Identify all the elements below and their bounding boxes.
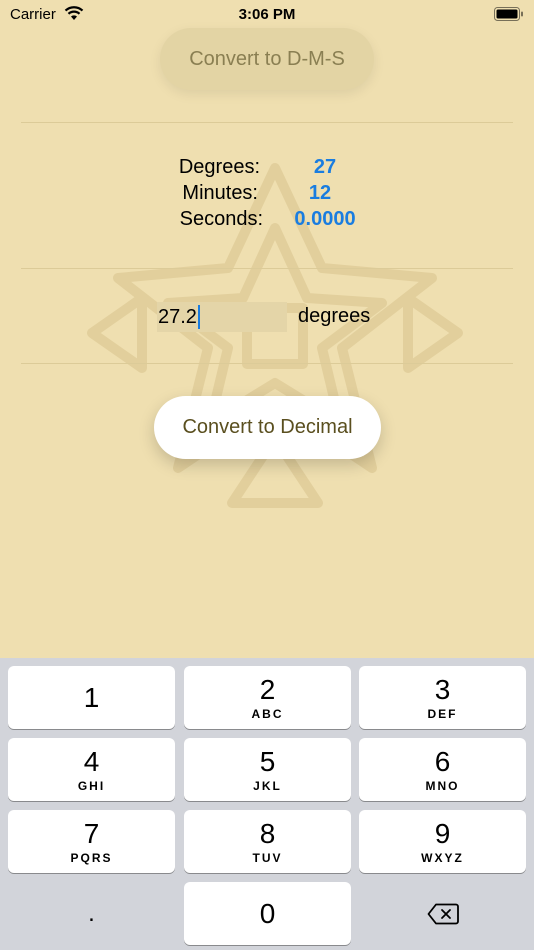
key-letters: JKL xyxy=(253,778,282,793)
convert-to-dms-button[interactable]: Convert to D-M-S xyxy=(160,28,374,90)
key-digit: 9 xyxy=(434,817,451,849)
key-9[interactable]: 9 WXYZ xyxy=(359,810,526,873)
key-digit: 4 xyxy=(83,745,100,777)
key-letters: ABC xyxy=(251,706,284,721)
seconds-label: Seconds: xyxy=(179,208,263,230)
key-decimal-point[interactable]: . xyxy=(8,882,175,945)
key-0[interactable]: 0 xyxy=(184,882,351,945)
battery-icon xyxy=(494,7,523,21)
key-digit: 8 xyxy=(259,817,276,849)
key-letters: MNO xyxy=(425,778,460,793)
status-time: 3:06 PM xyxy=(238,6,296,23)
degrees-value: 27 xyxy=(313,156,337,178)
minutes-value: 12 xyxy=(308,182,332,204)
key-1[interactable]: 1 xyxy=(8,666,175,729)
key-digit: 5 xyxy=(259,745,276,777)
key-digit: 7 xyxy=(83,817,100,849)
divider xyxy=(21,268,513,269)
key-3[interactable]: 3 DEF xyxy=(359,666,526,729)
key-letters: PQRS xyxy=(70,850,113,865)
text-caret xyxy=(197,305,200,329)
key-8[interactable]: 8 TUV xyxy=(184,810,351,873)
degrees-unit-label: degrees xyxy=(298,305,371,327)
key-digit: 2 xyxy=(259,673,276,705)
divider xyxy=(21,122,513,123)
key-2[interactable]: 2 ABC xyxy=(184,666,351,729)
key-digit: 1 xyxy=(83,681,100,713)
key-letters: DEF xyxy=(427,706,458,721)
degrees-label: Degrees: xyxy=(178,156,260,178)
numeric-keypad: 1 2 ABC 3 DEF 4 GHI 5 JKL 6 MNO 7 PQRS 8… xyxy=(0,658,534,950)
minutes-label: Minutes: xyxy=(182,182,258,204)
decimal-point-symbol: . xyxy=(88,899,95,927)
key-digit: 0 xyxy=(259,897,276,929)
key-7[interactable]: 7 PQRS xyxy=(8,810,175,873)
decimal-degrees-input[interactable]: 27.2 xyxy=(157,302,287,332)
key-letters: GHI xyxy=(77,778,106,793)
key-letters: TUV xyxy=(252,850,283,865)
key-letters: WXYZ xyxy=(421,850,464,865)
key-digit: 3 xyxy=(434,673,451,705)
key-4[interactable]: 4 GHI xyxy=(8,738,175,801)
decimal-degrees-value: 27.2 xyxy=(158,305,197,328)
seconds-value: 0.0000 xyxy=(294,208,356,230)
divider xyxy=(21,363,513,364)
key-digit: 6 xyxy=(434,745,451,777)
convert-to-decimal-button[interactable]: Convert to Decimal xyxy=(154,396,381,459)
key-5[interactable]: 5 JKL xyxy=(184,738,351,801)
ornament-watermark-icon xyxy=(87,163,463,508)
key-6[interactable]: 6 MNO xyxy=(359,738,526,801)
status-bar: Carrier 3:06 PM xyxy=(0,0,534,28)
key-delete[interactable] xyxy=(359,882,526,945)
delete-backward-icon xyxy=(427,903,459,924)
